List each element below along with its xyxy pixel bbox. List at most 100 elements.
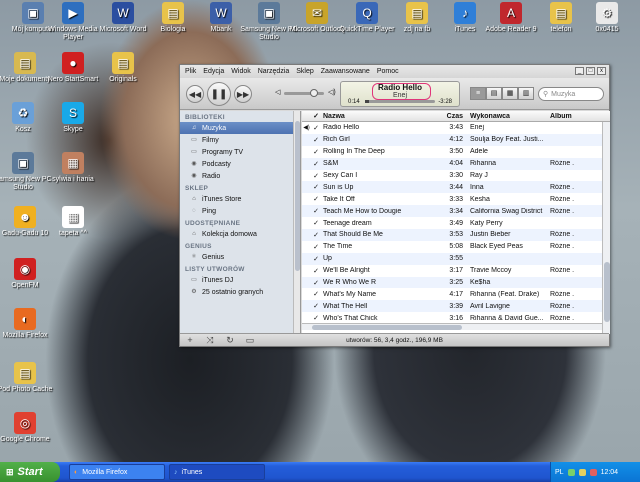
track-checkbox[interactable]: ✓	[311, 207, 321, 215]
desktop-icon-0x0415[interactable]: ⚙ 0x0415	[574, 2, 640, 34]
track-checkbox[interactable]: ✓	[311, 302, 321, 310]
coverflow-view-button[interactable]: ▥	[518, 87, 534, 100]
track-checkbox[interactable]: ✓	[311, 124, 321, 132]
volume-tray-icon[interactable]	[578, 468, 586, 476]
track-checkbox[interactable]: ✓	[311, 172, 321, 180]
header-check-column[interactable]: ✓	[311, 112, 321, 120]
sidebar-item-25-ostatnio-granych[interactable]: ⚙ 25 ostatnio granych	[180, 286, 300, 298]
table-row[interactable]: ✓ S&M 4:04 Rihanna Różne .	[302, 157, 610, 170]
menu-plik[interactable]: Plik	[185, 68, 196, 75]
track-list-scroll-thumb[interactable]	[604, 262, 610, 322]
taskbar-item-firefox[interactable]: ◐ Mozilla Firefox	[69, 464, 165, 480]
column-header-name[interactable]: Nazwa	[321, 113, 441, 120]
sidebar-scroll-thumb[interactable]	[295, 121, 300, 271]
itunes-window: Plik Edycja Widok Narzędzia Sklep Zaawansowan…	[179, 64, 610, 347]
pod-photo-cache-icon: ▤	[14, 362, 36, 384]
track-checkbox[interactable]: ✓	[311, 148, 321, 156]
security-icon[interactable]	[589, 468, 597, 476]
sidebar-item-kolekcja-domowa[interactable]: ⌂ Kolekcja domowa	[180, 228, 300, 240]
taskbar-item-itunes[interactable]: ♪ iTunes	[169, 464, 265, 480]
sidebar-item-itunes-dj[interactable]: ▭ iTunes DJ	[180, 274, 300, 286]
language-indicator[interactable]: PL	[555, 469, 564, 476]
table-row[interactable]: ✓ Rich Girl 4:12 Soulja Boy Feat. Justi...	[302, 133, 610, 146]
sidebar-scrollbar[interactable]	[293, 111, 300, 334]
track-list-scrollbar[interactable]	[602, 122, 610, 334]
track-checkbox[interactable]: ✓	[311, 219, 321, 227]
track-checkbox[interactable]: ✓	[311, 183, 321, 191]
column-header-album[interactable]: Album	[546, 113, 586, 120]
track-checkbox[interactable]: ✓	[311, 231, 321, 239]
network-icon[interactable]	[567, 468, 575, 476]
track-checkbox[interactable]: ✓	[311, 160, 321, 168]
table-row[interactable]: ✓ Sun is Up 3:44 Inna Różne .	[302, 181, 610, 194]
table-row[interactable]: ✓ Sexy Can I 3:30 Ray J	[302, 170, 610, 182]
menu-narzędzia[interactable]: Narzędzia	[258, 68, 290, 75]
track-checkbox[interactable]: ✓	[311, 314, 321, 322]
horizontal-scroll-thumb[interactable]	[312, 325, 462, 330]
table-row[interactable]: ✓ That Should Be Me 3:53 Justin Bieber Różne…	[302, 229, 610, 241]
sidebar-item-ping[interactable]: ◌ Ping	[180, 205, 300, 217]
desktop-icon-label: Pod Photo Cache	[0, 386, 53, 393]
sidebar-item-genius[interactable]: ⚛ Genius	[180, 251, 300, 263]
sidebar-item-itunes-store[interactable]: ⌂ iTunes Store	[180, 193, 300, 205]
desktop-icon-originals[interactable]: ▤ Originals	[90, 52, 156, 84]
track-checkbox[interactable]: ✓	[311, 195, 321, 203]
track-checkbox[interactable]: ✓	[311, 136, 321, 144]
track-checkbox[interactable]: ✓	[311, 290, 321, 298]
next-track-button[interactable]: ▶▶	[234, 85, 252, 103]
sidebar-item-muzyka[interactable]: ♫ Muzyka	[180, 122, 300, 134]
column-header-artist[interactable]: Wykonawca	[466, 113, 546, 120]
table-row[interactable]: ✓ Rolling In The Deep 3:50 Adele	[302, 146, 610, 158]
table-row[interactable]: ✓ Teach Me How to Dougie 3:34 California Sw…	[302, 205, 610, 218]
track-name: What's My Name	[323, 290, 377, 298]
horizontal-scrollbar[interactable]	[302, 323, 602, 330]
desktop-icon-google-chrome[interactable]: ◎ Google Chrome	[0, 412, 58, 444]
track-checkbox[interactable]: ✓	[311, 255, 321, 263]
sidebar-item-filmy[interactable]: ▭ Filmy	[180, 134, 300, 146]
itunes-icon: ♪	[174, 468, 178, 476]
desktop-icon-openfm[interactable]: ◉ OpenFM	[0, 258, 58, 290]
table-row[interactable]: ✓ Up 3:55	[302, 252, 610, 265]
track-checkbox[interactable]: ✓	[311, 243, 321, 251]
table-row[interactable]: ✓ Take It Off 3:33 Kesha Różne .	[302, 193, 610, 205]
sidebar-item-radio[interactable]: ◉ Radio	[180, 170, 300, 182]
grid-view-button[interactable]: ▦	[502, 87, 518, 100]
desktop-icon-sylwia-i-hania[interactable]: ▦ sylwia i hania	[40, 152, 106, 184]
sidebar-item-programy-tv[interactable]: ▭ Programy TV	[180, 146, 300, 158]
menu-pomoc[interactable]: Pomoc	[377, 68, 399, 75]
track-checkbox[interactable]: ✓	[311, 267, 321, 275]
desktop-icon-skype[interactable]: S Skype	[40, 102, 106, 134]
desktop-icon-pod-photo-cache[interactable]: ▤ Pod Photo Cache	[0, 362, 58, 394]
column-header-time[interactable]: Czas	[441, 113, 466, 120]
table-row[interactable]: ✓ Teenage dream 3:49 Katy Perry	[302, 217, 610, 229]
menu-zaawansowane[interactable]: Zaawansowane	[321, 68, 370, 75]
album-list-view-button[interactable]: ▤	[486, 87, 502, 100]
maximize-button[interactable]: □	[586, 67, 595, 75]
sidebar-item-podcasty[interactable]: ◉ Podcasty	[180, 158, 300, 170]
menu-widok[interactable]: Widok	[231, 68, 250, 75]
table-row[interactable]: ✓ We R Who We R 3:25 Ke$ha	[302, 276, 610, 289]
remaining-time: -3:28	[438, 99, 452, 105]
desktop-icon-mozilla-firefox[interactable]: ◐ Mozilla Firefox	[0, 308, 58, 340]
volume-knob[interactable]	[310, 89, 318, 97]
track-name: Sexy Can I	[323, 172, 358, 179]
pause-button[interactable]: ❚❚	[207, 82, 231, 106]
desktop-icon-tapeta[interactable]: ▦ tapeta ^^	[40, 206, 106, 238]
table-row[interactable]: ✓ What's My Name 4:17 Rihanna (Feat. Drake…	[302, 288, 610, 300]
close-button[interactable]: x	[597, 67, 606, 75]
previous-track-button[interactable]: ◀◀	[186, 85, 204, 103]
desktop-icon-label: Mozilla Firefox	[2, 332, 48, 339]
table-row[interactable]: ✓ What The Hell 3:39 Avril Lavigne Różne .	[302, 300, 610, 313]
progress-bar[interactable]	[365, 100, 435, 103]
table-row[interactable]: ✓ We'll Be Alright 3:17 Travie Mccoy Różne .	[302, 265, 610, 277]
track-checkbox[interactable]: ✓	[311, 279, 321, 287]
search-field[interactable]: ⚲ Muzyka	[538, 87, 604, 101]
list-view-button[interactable]: ≡	[470, 87, 486, 100]
volume-slider[interactable]	[284, 89, 324, 97]
table-row[interactable]: ✓ The Time 5:08 Black Eyed Peas Różne .	[302, 241, 610, 253]
menu-sklep[interactable]: Sklep	[296, 68, 314, 75]
start-button[interactable]: ⊞ Start	[0, 462, 60, 482]
menu-edycja[interactable]: Edycja	[203, 68, 224, 75]
table-row[interactable]: ◀) ✓ Radio Hello 3:43 Enej	[302, 122, 610, 134]
minimize-button[interactable]: _	[575, 67, 584, 75]
